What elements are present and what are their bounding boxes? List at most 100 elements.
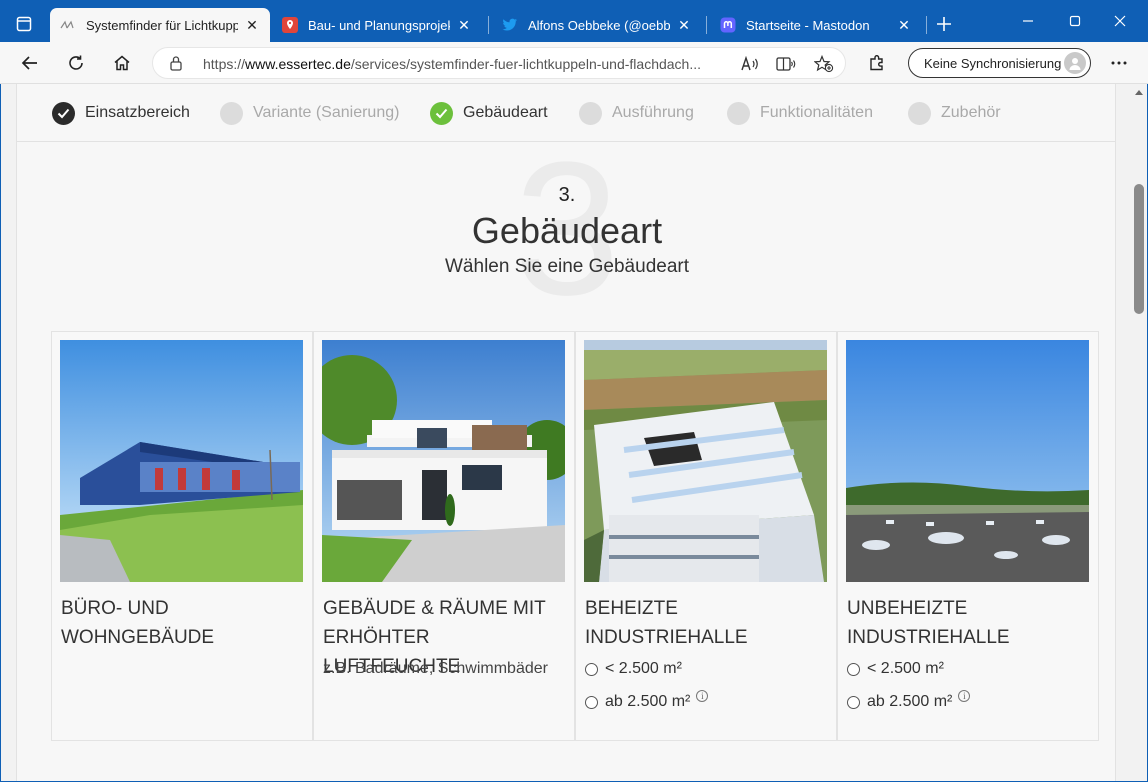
url-domain: www.essertec.de <box>245 56 351 72</box>
card-unbeheizte-industriehalle[interactable]: UNBEHEIZTE INDUSTRIEHALLE < 2.500 m² ab … <box>837 331 1099 741</box>
tab-strip: Systemfinder für Lichtkuppe ✕ Bau- und P… <box>0 0 1148 42</box>
radio-button[interactable] <box>847 695 860 709</box>
option-lt-2500[interactable]: < 2.500 m² <box>847 660 944 678</box>
home-button[interactable] <box>107 48 137 78</box>
systemfinder-panel: Einsatzbereich Variante (Sanierung) Gebä… <box>16 84 1116 781</box>
sync-profile-button[interactable]: Keine Synchronisierung <box>908 48 1091 78</box>
option-label: < 2.500 m² <box>867 660 944 677</box>
arrow-left-icon <box>21 56 37 70</box>
tab-title: Systemfinder für Lichtkuppe <box>86 17 238 33</box>
option-label: < 2.500 m² <box>605 660 682 677</box>
tab-close-icon[interactable]: ✕ <box>456 17 472 34</box>
maximize-button[interactable] <box>1055 8 1095 34</box>
card-note: z.B. Badräume, Schwimmbäder <box>323 660 548 677</box>
browser-toolbar: https://www.essertec.de/services/systemf… <box>0 42 1148 84</box>
tab-close-icon[interactable]: ✕ <box>896 17 912 34</box>
card-title-line: GEBÄUDE & RÄUME MIT <box>323 598 546 619</box>
radio-button[interactable] <box>847 662 860 676</box>
card-title: BEHEIZTE INDUSTRIEHALLE <box>585 594 830 652</box>
tab-close-icon[interactable]: ✕ <box>244 17 260 34</box>
office-building-image[interactable] <box>60 340 303 582</box>
close-icon <box>1114 15 1126 27</box>
card-beheizte-industriehalle[interactable]: BEHEIZTE INDUSTRIEHALLE < 2.500 m² ab 2.… <box>575 331 837 741</box>
card-title-line: BEHEIZTE <box>585 598 678 619</box>
step-circle-icon <box>579 101 602 125</box>
radio-button[interactable] <box>585 662 598 676</box>
map-pin-favicon-icon <box>282 17 298 33</box>
option-label: ab 2.500 m² <box>605 693 691 710</box>
web-page: Einsatzbereich Variante (Sanierung) Gebä… <box>1 84 1131 781</box>
card-title-line: UNBEHEIZTE <box>847 598 968 619</box>
card-title: UNBEHEIZTE INDUSTRIEHALLE <box>847 594 1092 652</box>
maximize-icon <box>1069 15 1081 27</box>
avatar-icon <box>1064 52 1086 74</box>
add-favorite-icon[interactable] <box>813 54 835 74</box>
step-funktionalitaeten[interactable]: Funktionalitäten <box>727 101 873 125</box>
minimize-button[interactable] <box>1008 8 1048 34</box>
read-aloud-icon[interactable] <box>739 54 761 74</box>
card-title: BÜRO- UND WOHNGEBÄUDE <box>61 594 306 652</box>
close-window-button[interactable] <box>1100 8 1140 34</box>
url-scheme: https:// <box>203 56 246 72</box>
tab-actions-button[interactable] <box>8 10 40 38</box>
tab-systemfinder[interactable]: Systemfinder für Lichtkuppe ✕ <box>50 8 270 42</box>
scroll-thumb[interactable] <box>1134 184 1144 314</box>
step-label: Zubehör <box>941 104 1001 121</box>
twitter-favicon-icon <box>502 17 518 33</box>
option-ab-2500[interactable]: ab 2.500 m² i <box>847 690 971 711</box>
step-label: Ausführung <box>612 104 694 121</box>
card-gebaeude-luftfeuchte[interactable]: GEBÄUDE & RÄUME MIT ERHÖHTER LUFTFEUCHTE… <box>313 331 575 741</box>
page-scrollbar[interactable] <box>1131 84 1147 781</box>
option-lt-2500[interactable]: < 2.500 m² <box>585 660 682 678</box>
home-icon <box>114 55 130 71</box>
tab-separator <box>706 16 707 34</box>
back-button[interactable] <box>15 48 45 78</box>
checkmark-icon <box>430 101 453 125</box>
step-number: 3. <box>558 184 576 206</box>
lock-icon[interactable] <box>169 55 183 76</box>
step-variante-sanierung[interactable]: Variante (Sanierung) <box>220 101 399 125</box>
step-circle-icon <box>727 101 750 125</box>
immersive-reader-icon[interactable] <box>775 54 797 74</box>
step-label: Gebäudeart <box>463 104 548 121</box>
extensions-button[interactable] <box>862 48 892 78</box>
step-ausfuehrung[interactable]: Ausführung <box>579 101 694 125</box>
url-text[interactable]: https://www.essertec.de/services/systemf… <box>203 56 733 72</box>
tab-title: Startseite - Mastodon <box>746 17 870 33</box>
tab-twitter[interactable]: Alfons Oebbeke (@oebbeke ✕ <box>492 8 702 42</box>
residential-house-image[interactable] <box>322 340 565 582</box>
tab-bau-planungsprojekte[interactable]: Bau- und Planungsprojekte ✕ <box>272 8 482 42</box>
tab-separator <box>926 16 927 34</box>
page-subtitle: Wählen Sie eine Gebäudeart <box>445 256 689 277</box>
essertec-favicon-icon <box>60 17 76 33</box>
refresh-icon <box>69 55 83 70</box>
address-bar[interactable]: https://www.essertec.de/services/systemf… <box>152 47 846 79</box>
minimize-icon <box>1023 20 1033 22</box>
tab-actions-icon <box>16 16 32 32</box>
step-label: Einsatzbereich <box>85 104 190 121</box>
page-title: Gebäudeart <box>471 210 663 251</box>
card-title-line: BÜRO- UND <box>61 598 169 619</box>
tab-mastodon[interactable]: Startseite - Mastodon ✕ <box>710 8 922 42</box>
option-ab-2500[interactable]: ab 2.500 m² i <box>585 690 709 711</box>
settings-menu-button[interactable] <box>1104 48 1134 78</box>
card-title-line: INDUSTRIEHALLE <box>585 627 748 648</box>
tab-close-icon[interactable]: ✕ <box>676 17 692 34</box>
step-zubehoer[interactable]: Zubehör <box>908 101 1001 125</box>
card-title-line: WOHNGEBÄUDE <box>61 627 215 648</box>
url-path: /services/systemfinder-fuer-lichtkuppeln… <box>350 56 702 72</box>
card-buero-wohngebaeude[interactable]: BÜRO- UND WOHNGEBÄUDE <box>51 331 313 741</box>
scroll-up-arrow-icon[interactable] <box>1135 90 1143 95</box>
reload-button[interactable] <box>61 48 91 78</box>
heated-industrial-hall-image[interactable] <box>584 340 827 582</box>
info-icon[interactable]: i <box>958 690 971 702</box>
step-label: Funktionalitäten <box>760 104 873 121</box>
step-gebaeudeart[interactable]: Gebäudeart <box>430 101 548 125</box>
unheated-industrial-hall-image[interactable] <box>846 340 1089 582</box>
step-einsatzbereich[interactable]: Einsatzbereich <box>52 101 190 125</box>
info-icon[interactable]: i <box>696 690 709 702</box>
option-label: ab 2.500 m² <box>867 693 953 710</box>
more-horizontal-icon <box>1111 61 1127 65</box>
radio-button[interactable] <box>585 695 598 709</box>
new-tab-button[interactable] <box>930 12 958 40</box>
